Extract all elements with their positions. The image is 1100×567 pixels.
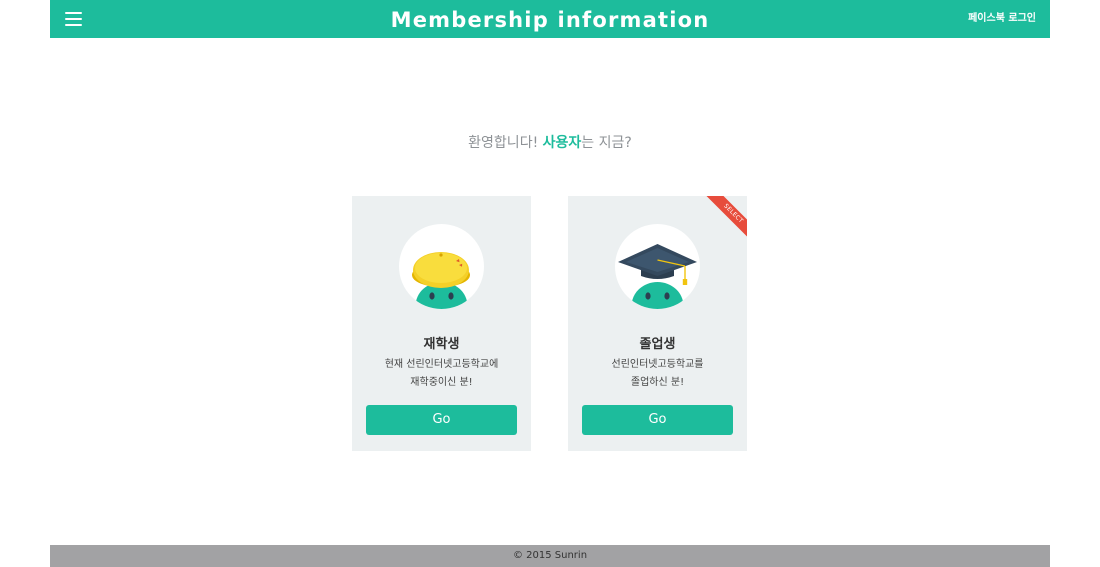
select-ribbon-label: SELECT bbox=[703, 196, 747, 242]
graduation-cap-avatar-icon bbox=[615, 224, 700, 309]
facebook-login-link[interactable]: 페이스북 로그인 bbox=[968, 0, 1036, 38]
card-description: 현재 선린인터넷고등학교에 재학중이신 분! bbox=[352, 356, 531, 392]
card-current-student: 재학생 현재 선린인터넷고등학교에 재학중이신 분! Go bbox=[352, 196, 531, 451]
card-description-line: 현재 선린인터넷고등학교에 bbox=[384, 359, 499, 370]
hamburger-menu-icon[interactable] bbox=[65, 12, 82, 26]
card-graduate: SELECT 졸업생 선린인터넷고등학교를 졸업하신 분! Go bbox=[568, 196, 747, 451]
page-title: Membership information bbox=[390, 8, 710, 32]
card-description: 선린인터넷고등학교를 졸업하신 분! bbox=[568, 356, 747, 392]
card-description-line: 졸업하신 분! bbox=[630, 377, 685, 388]
welcome-prefix: 환영합니다! bbox=[468, 135, 543, 151]
card-description-line: 선린인터넷고등학교를 bbox=[611, 359, 704, 370]
go-button-graduate[interactable]: Go bbox=[582, 405, 733, 435]
go-button-current-student[interactable]: Go bbox=[366, 405, 517, 435]
student-cap-avatar-icon bbox=[399, 224, 484, 309]
page: Membership information 페이스북 로그인 환영합니다! 사… bbox=[50, 0, 1050, 567]
select-ribbon: SELECT bbox=[703, 196, 747, 242]
card-title: 졸업생 bbox=[639, 337, 676, 352]
welcome-user-name: 사용자 bbox=[542, 135, 582, 151]
card-description-line: 재학중이신 분! bbox=[410, 377, 473, 388]
welcome-suffix: 는 지금? bbox=[581, 135, 632, 151]
copyright-text: © 2015 Sunrin bbox=[512, 550, 588, 561]
welcome-message: 환영합니다! 사용자는 지금? bbox=[50, 132, 1050, 152]
footer: © 2015 Sunrin bbox=[50, 545, 1050, 567]
card-title: 재학생 bbox=[423, 337, 460, 352]
top-navbar: Membership information 페이스북 로그인 bbox=[50, 0, 1050, 38]
